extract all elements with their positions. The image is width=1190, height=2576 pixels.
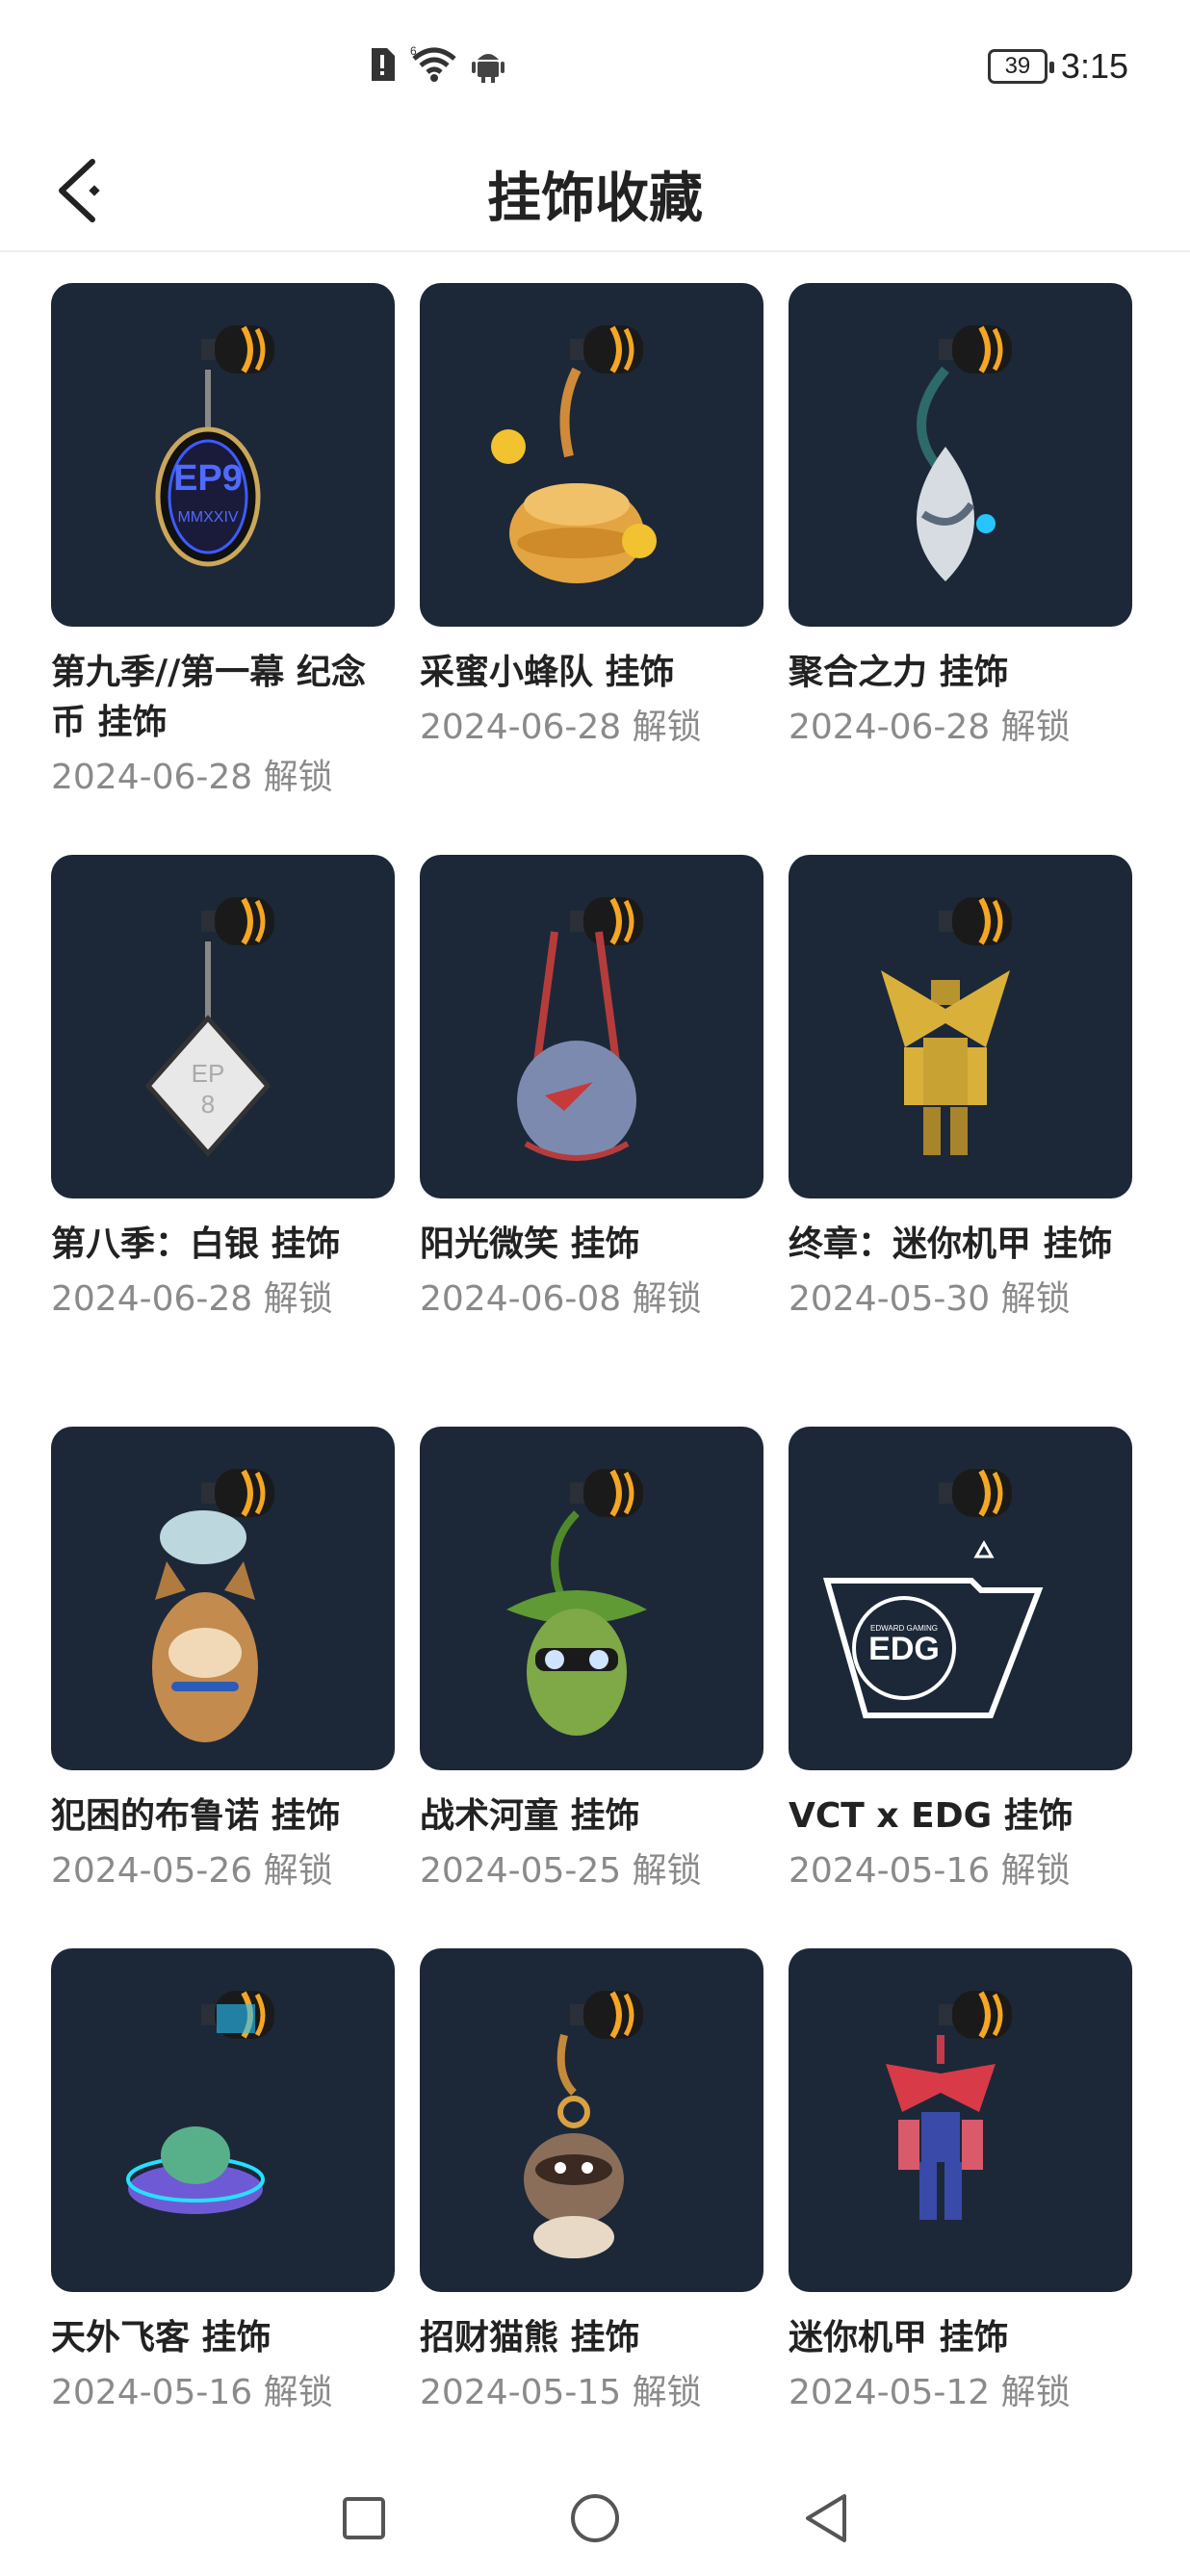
charm-image: [506, 1469, 647, 1736]
back-nav-button[interactable]: [792, 2486, 860, 2554]
unlock-date: 2024-05-25 解锁: [420, 1851, 702, 1891]
unlock-date: 2024-05-26 解锁: [51, 1851, 333, 1891]
charm-card[interactable]: EDG EDWARD GAMING VCT x EDG 挂饰 2024-05-16 解…: [789, 1427, 1132, 1948]
svg-text:MMXXIV: MMXXIV: [177, 509, 238, 526]
charm-card[interactable]: 阳光微笑 挂饰 2024-06-08 解锁: [420, 855, 763, 1427]
charm-name: 终章：迷你机甲 挂饰: [789, 1224, 1113, 1264]
charm-image: [152, 1469, 274, 1742]
battery-level: 39: [1004, 53, 1031, 79]
charm-name: 第九季//第一幕 纪念币 挂饰: [51, 653, 366, 742]
charm-thumbnail: [789, 855, 1132, 1198]
charm-image: [491, 325, 657, 583]
home-button[interactable]: [561, 2486, 629, 2554]
charm-name: 阳光微笑 挂饰: [420, 1224, 640, 1264]
status-icons: 6: [368, 42, 504, 90]
charm-card[interactable]: 招财猫熊 挂饰 2024-05-15 解锁: [420, 1948, 763, 2419]
unlock-date: 2024-06-28 解锁: [51, 1279, 333, 1319]
unlock-date: 2024-05-12 解锁: [789, 2373, 1071, 2412]
status-bar: 6 39 3:15: [0, 0, 1190, 135]
charm-card[interactable]: 终章：迷你机甲 挂饰 2024-05-30 解锁: [789, 855, 1132, 1427]
charm-thumbnail: EP9 MMXXIV: [51, 283, 395, 627]
unlock-date: 2024-05-16 解锁: [789, 1851, 1071, 1891]
unlock-date: 2024-06-08 解锁: [420, 1279, 702, 1319]
unlock-date: 2024-05-16 解锁: [51, 2373, 333, 2412]
charm-name: VCT x EDG 挂饰: [789, 1796, 1074, 1836]
status-right: 39 3:15: [987, 42, 1128, 90]
svg-text:EDG: EDG: [868, 1631, 940, 1667]
charm-thumbnail: [51, 1427, 395, 1770]
charm-thumbnail: [420, 1427, 763, 1770]
charm-image: [126, 1991, 274, 2214]
charm-image: [886, 1991, 1012, 2220]
home-icon: [569, 2492, 621, 2548]
charm-name: 天外飞客 挂饰: [51, 2318, 272, 2357]
charm-card[interactable]: 聚合之力 挂饰 2024-06-28 解锁: [789, 283, 1132, 855]
svg-text:6: 6: [410, 45, 417, 58]
charm-image: [917, 325, 1012, 581]
page-title: 挂饰收藏: [487, 167, 703, 230]
svg-text:EP9: EP9: [173, 458, 243, 499]
charm-name: 聚合之力 挂饰: [789, 653, 1009, 692]
charm-thumbnail: [789, 1948, 1132, 2292]
unlock-date: 2024-05-15 解锁: [420, 2373, 702, 2412]
charm-image: EP9 MMXXIV: [155, 325, 274, 567]
clock: 3:15: [1060, 46, 1128, 86]
charm-card[interactable]: 犯困的布鲁诺 挂饰 2024-05-26 解锁: [51, 1427, 395, 1948]
unlock-date: 2024-06-28 解锁: [420, 708, 702, 747]
android-icon: [472, 46, 504, 87]
charm-image: [881, 897, 1012, 1155]
charm-thumbnail: [789, 283, 1132, 627]
charm-card[interactable]: 天外飞客 挂饰 2024-05-16 解锁: [51, 1948, 395, 2419]
charm-card[interactable]: EP 8 第八季：白银 挂饰 2024-06-28 解锁: [51, 855, 395, 1427]
charm-name: 战术河童 挂饰: [420, 1796, 640, 1836]
svg-text:8: 8: [201, 1090, 215, 1119]
wifi-icon: 6: [410, 44, 458, 88]
navigation-bar: [0, 2464, 1190, 2576]
charm-card[interactable]: 迷你机甲 挂饰 2024-05-12 解锁: [789, 1948, 1132, 2419]
charm-image: EP8: [144, 897, 274, 1157]
charm-thumbnail: [420, 855, 763, 1198]
charm-thumbnail: [420, 283, 763, 627]
charm-thumbnail: [420, 1948, 763, 2292]
charm-card[interactable]: 战术河童 挂饰 2024-05-25 解锁: [420, 1427, 763, 1948]
unlock-date: 2024-05-30 解锁: [789, 1279, 1071, 1319]
charm-card[interactable]: EP9 MMXXIV 第九季//第一幕 纪念币 挂饰 2024-06-28 解锁: [51, 283, 395, 855]
charm-thumbnail: EP 8: [51, 855, 395, 1198]
charm-card[interactable]: 采蜜小蜂队 挂饰 2024-06-28 解锁: [420, 283, 763, 855]
recent-apps-icon: [341, 2495, 387, 2545]
unlock-date: 2024-06-28 解锁: [789, 708, 1071, 747]
back-nav-icon: [802, 2492, 850, 2548]
charm-name: 采蜜小蜂队 挂饰: [420, 653, 675, 692]
charm-name: 犯困的布鲁诺 挂饰: [51, 1796, 341, 1836]
charm-image: [524, 1991, 643, 2258]
recent-apps-button[interactable]: [330, 2486, 398, 2554]
charm-name: 招财猫熊 挂饰: [420, 2318, 640, 2357]
header: 挂饰收藏: [0, 135, 1190, 252]
charm-thumbnail: [51, 1948, 395, 2292]
charm-grid: EP9 MMXXIV 第九季//第一幕 纪念币 挂饰 2024-06-28 解锁 采蜜小…: [51, 283, 1139, 2419]
svg-text:EDWARD GAMING: EDWARD GAMING: [870, 1624, 938, 1633]
back-arrow-icon: [54, 152, 112, 233]
sim-alert-icon: [368, 46, 397, 87]
svg-text:EP: EP: [192, 1059, 225, 1088]
battery-icon: 39: [987, 49, 1054, 84]
charm-name: 第八季：白银 挂饰: [51, 1224, 341, 1264]
back-button[interactable]: [44, 144, 121, 241]
charm-name: 迷你机甲 挂饰: [789, 2318, 1009, 2357]
charm-image: EDGEDWARD GAMING: [823, 1469, 1044, 1718]
charm-thumbnail: EDG EDWARD GAMING: [789, 1427, 1132, 1770]
charm-image: [517, 897, 643, 1161]
unlock-date: 2024-06-28 解锁: [51, 758, 333, 797]
